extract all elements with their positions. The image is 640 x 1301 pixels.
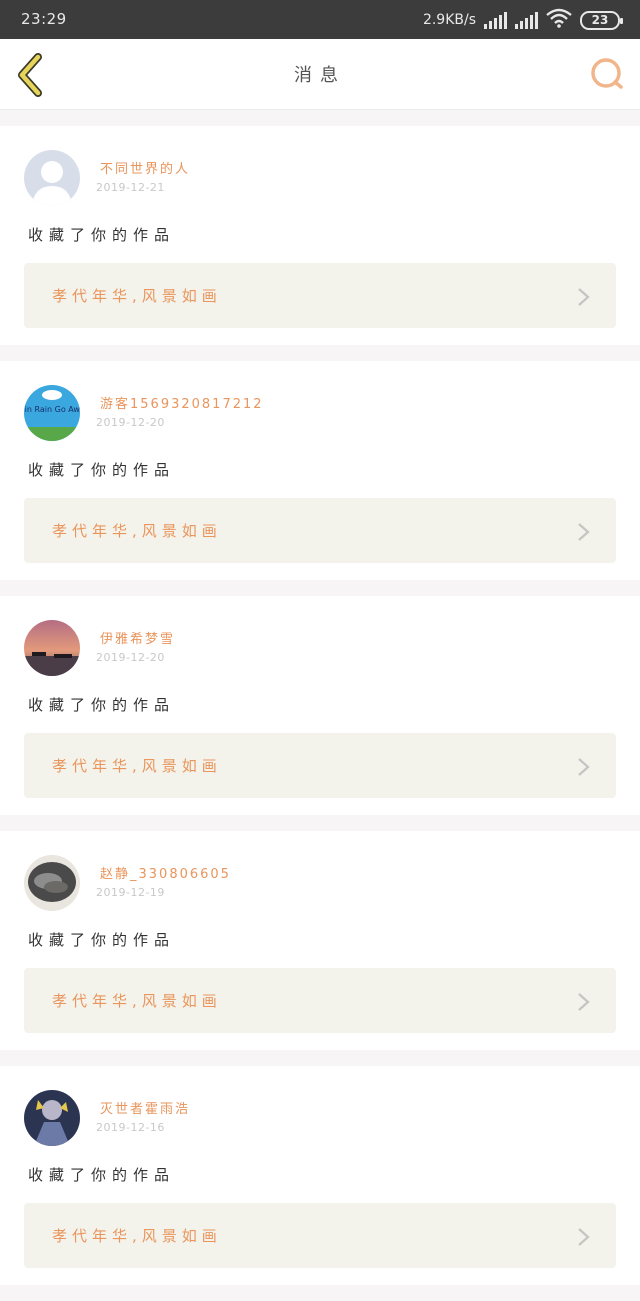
message-card: 不同世界的人 2019-12-21 收藏了你的作品 孝代年华,风景如画 bbox=[0, 126, 640, 345]
username[interactable]: 游客15693208172​12 bbox=[100, 393, 264, 412]
work-link[interactable]: 孝代年华,风景如画 bbox=[24, 1203, 616, 1268]
username[interactable]: 灭世者霍雨浩 bbox=[100, 1098, 190, 1117]
action-text: 收藏了你的作品 bbox=[28, 1166, 176, 1184]
search-button[interactable] bbox=[588, 55, 626, 93]
avatar[interactable] bbox=[24, 620, 80, 676]
action-text: 收藏了你的作品 bbox=[28, 931, 176, 949]
action-text: 收藏了你的作品 bbox=[28, 226, 176, 244]
chevron-right-icon bbox=[578, 758, 590, 776]
wifi-icon bbox=[546, 8, 572, 32]
message-date: 2019-12-21 bbox=[96, 181, 165, 194]
network-speed: 2.9KB/s bbox=[422, 12, 476, 28]
work-title: 孝代年华,风景如画 bbox=[52, 1227, 222, 1245]
photo-avatar-icon bbox=[24, 855, 80, 911]
message-card: Rain Rain Go Away 游客15693208172​12 2019-… bbox=[0, 361, 640, 580]
rain-cloud-avatar-icon: Rain Rain Go Away bbox=[24, 385, 80, 441]
message-card: 赵静_330806605 2019-12-19 收藏了你的作品 孝代年华,风景如… bbox=[0, 831, 640, 1050]
avatar[interactable] bbox=[24, 150, 80, 206]
message-date: 2019-12-16 bbox=[96, 1121, 165, 1134]
avatar[interactable] bbox=[24, 1090, 80, 1146]
page-title: 消息 bbox=[294, 65, 346, 86]
work-link[interactable]: 孝代年华,风景如画 bbox=[24, 263, 616, 328]
action-text: 收藏了你的作品 bbox=[28, 461, 176, 479]
username[interactable]: 伊雅希梦雪 bbox=[100, 628, 175, 647]
header-bar: 消息 bbox=[0, 39, 640, 110]
sunset-sea-avatar-icon bbox=[24, 620, 80, 676]
work-title: 孝代年华,风景如画 bbox=[52, 992, 222, 1010]
chevron-right-icon bbox=[578, 993, 590, 1011]
anime-avatar-icon bbox=[24, 1090, 80, 1146]
status-bar: 23:29 2.9KB/s 23 bbox=[0, 0, 640, 39]
chevron-right-icon bbox=[578, 523, 590, 541]
message-card: 伊雅希梦雪 2019-12-20 收藏了你的作品 孝代年华,风景如画 bbox=[0, 596, 640, 815]
work-link[interactable]: 孝代年华,风景如画 bbox=[24, 498, 616, 563]
work-title: 孝代年华,风景如画 bbox=[52, 757, 222, 775]
message-date: 2019-12-19 bbox=[96, 886, 165, 899]
username[interactable]: 赵静_330806605 bbox=[100, 863, 231, 882]
battery-level: 23 bbox=[591, 13, 609, 27]
battery-icon: 23 bbox=[580, 10, 623, 30]
action-text: 收藏了你的作品 bbox=[28, 696, 176, 714]
status-indicators: 2.9KB/s 23 bbox=[422, 8, 623, 32]
message-date: 2019-12-20 bbox=[96, 416, 165, 429]
avatar-text: Rain Rain Go Away bbox=[24, 405, 80, 414]
signal-icon bbox=[515, 11, 538, 29]
username[interactable]: 不同世界的人 bbox=[100, 158, 190, 177]
default-person-avatar-icon bbox=[24, 150, 80, 206]
work-title: 孝代年华,风景如画 bbox=[52, 522, 222, 540]
message-card: 灭世者霍雨浩 2019-12-16 收藏了你的作品 孝代年华,风景如画 bbox=[0, 1066, 640, 1285]
work-link[interactable]: 孝代年华,风景如画 bbox=[24, 968, 616, 1033]
work-title: 孝代年华,风景如画 bbox=[52, 287, 222, 305]
status-time: 23:29 bbox=[21, 10, 67, 28]
work-link[interactable]: 孝代年华,风景如画 bbox=[24, 733, 616, 798]
avatar[interactable] bbox=[24, 855, 80, 911]
chevron-right-icon bbox=[578, 288, 590, 306]
message-date: 2019-12-20 bbox=[96, 651, 165, 664]
chevron-right-icon bbox=[578, 1228, 590, 1246]
search-icon bbox=[591, 58, 623, 89]
message-list: 不同世界的人 2019-12-21 收藏了你的作品 孝代年华,风景如画 Rain… bbox=[0, 126, 640, 1301]
avatar[interactable]: Rain Rain Go Away bbox=[24, 385, 80, 441]
signal-icon bbox=[484, 11, 507, 29]
